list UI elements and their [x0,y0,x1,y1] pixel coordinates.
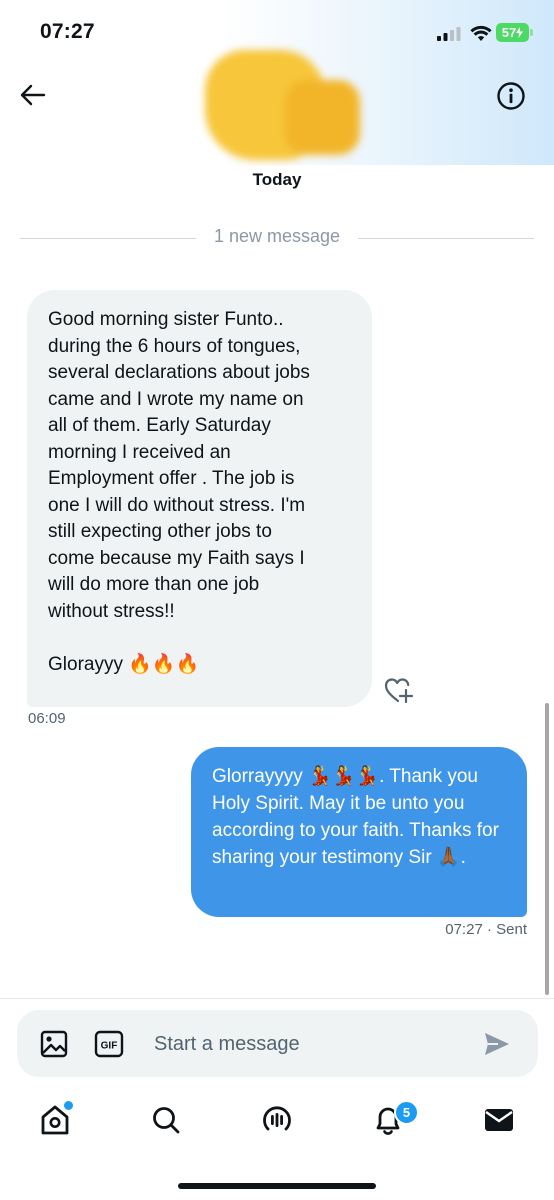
image-icon [40,1030,68,1058]
received-message-bubble[interactable]: Good morning sister Funto.. during the 6… [27,290,372,707]
home-indicator[interactable] [178,1183,376,1189]
signal-icon [437,27,461,41]
sent-message-meta: 07:27 · Sent [390,921,527,938]
battery-indicator: 57 [496,23,529,42]
search-icon [153,1107,180,1134]
status-time: 07:27 [40,20,95,43]
sent-status: · Sent [486,921,527,938]
date-separator: Today [252,170,302,189]
new-messages-label: 1 new message [213,226,341,246]
divider-line-left [20,238,196,239]
notifications-badge: 5 [394,1100,419,1125]
gif-icon: GIF [94,1030,124,1058]
add-image-button[interactable] [38,1028,70,1060]
sent-message-bubble[interactable]: Glorrayyyy 💃💃💃. Thank you Holy Spirit. M… [191,747,527,917]
add-gif-button[interactable]: GIF [94,1030,124,1058]
dancer-emoji: 💃💃💃 [308,766,380,787]
composer-divider [0,998,554,999]
received-message-time: 06:09 [28,710,66,727]
spaces-icon [263,1106,291,1131]
wifi-icon [470,25,492,41]
messages-icon [485,1109,513,1131]
send-button[interactable] [482,1030,512,1058]
divider-line-right [358,238,534,239]
message-input[interactable] [152,1022,456,1066]
add-reaction-button[interactable] [384,676,414,706]
gif-label: GIF [101,1041,118,1052]
arrow-left-icon [20,84,46,106]
nav-spaces[interactable] [255,1098,299,1142]
charging-bolt-icon [516,27,524,38]
pray-emoji: 🙏🏾 [436,847,461,868]
nav-search[interactable] [144,1098,188,1142]
battery-cap [530,29,533,36]
info-circle-icon [497,82,525,110]
nav-messages[interactable] [477,1098,521,1142]
conversation-info-button[interactable] [491,76,531,116]
sent-message-time: 07:27 [445,921,483,938]
battery-level: 57 [501,25,517,40]
heart-plus-icon [384,678,414,704]
back-button[interactable] [14,76,52,114]
home-unread-dot [62,1099,75,1112]
avatar[interactable] [205,45,360,165]
sent-text-part: Glorrayyyy [212,766,309,787]
sent-text-part: . [460,847,466,868]
scrollbar[interactable] [545,703,549,995]
send-icon [485,1033,509,1055]
